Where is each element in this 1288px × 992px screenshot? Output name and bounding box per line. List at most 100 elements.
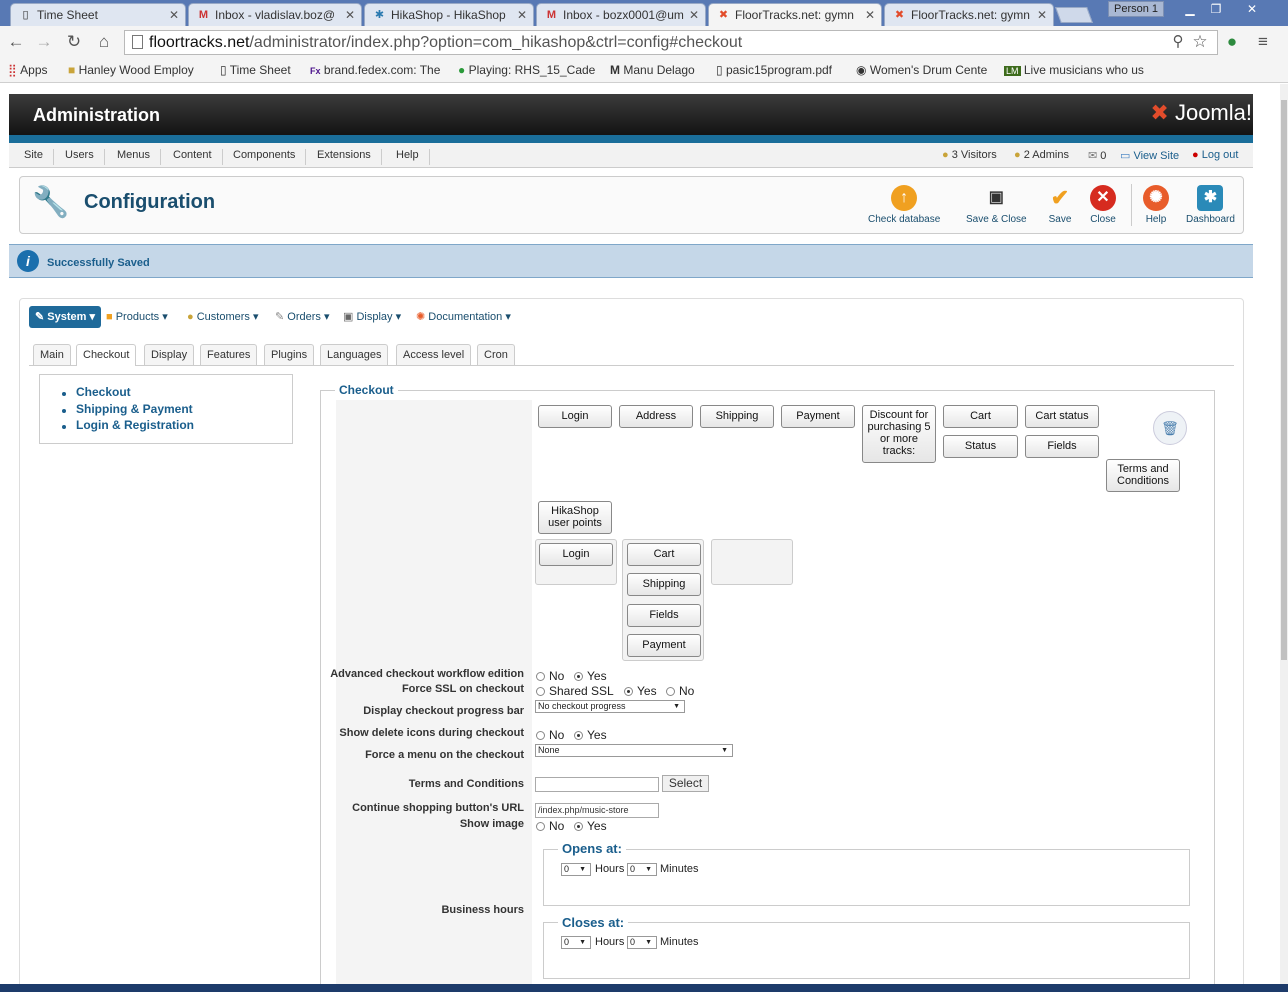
check-database-button[interactable]: ↑ Check database bbox=[868, 185, 940, 225]
scrollbar-thumb[interactable] bbox=[1281, 100, 1287, 660]
ssl-shared-radio[interactable]: Shared SSL bbox=[535, 684, 614, 698]
trash-icon[interactable]: 🗑 bbox=[1153, 411, 1187, 445]
terms-input[interactable] bbox=[535, 777, 659, 792]
close-button[interactable]: ✕ Close bbox=[1090, 185, 1116, 225]
reload-icon[interactable]: ↻ bbox=[63, 32, 85, 52]
bookmark-manu-delago[interactable]: M Manu Delago bbox=[610, 63, 695, 77]
step-shipping[interactable]: Shipping bbox=[627, 573, 701, 596]
close-icon[interactable]: ✕ bbox=[689, 8, 699, 22]
browser-tab-inbox-2[interactable]: M Inbox - bozx0001@um ✕ bbox=[536, 3, 706, 26]
module-cart-status[interactable]: Cart status bbox=[1025, 405, 1099, 428]
tab-cron[interactable]: Cron bbox=[477, 344, 515, 365]
delete-icons-no-radio[interactable]: No bbox=[535, 728, 564, 742]
delete-icons-yes-radio[interactable]: Yes bbox=[573, 728, 607, 742]
terms-select-button[interactable]: Select bbox=[662, 775, 709, 792]
tab-main[interactable]: Main bbox=[33, 344, 71, 365]
browser-tab-hikashop[interactable]: ✱ HikaShop - HikaShop ✕ bbox=[364, 3, 534, 26]
messages-status[interactable]: ✉ 0 bbox=[1088, 149, 1106, 162]
force-menu-select[interactable]: None bbox=[535, 744, 733, 757]
bookmark-hanley-wood[interactable]: ■ Hanley Wood Employ bbox=[68, 63, 208, 77]
module-shipping[interactable]: Shipping bbox=[700, 405, 774, 428]
save-close-button[interactable]: ▣ Save & Close bbox=[966, 185, 1027, 225]
browser-tab-floortracks-2[interactable]: ✖ FloorTracks.net: gymn ✕ bbox=[884, 3, 1054, 26]
module-status[interactable]: Status bbox=[943, 435, 1018, 458]
bookmark-pasic[interactable]: ▯ pasic15program.pdf bbox=[716, 63, 832, 77]
close-icon[interactable]: ✕ bbox=[1037, 8, 1047, 22]
close-icon[interactable]: ✕ bbox=[169, 8, 179, 22]
open-hours-select[interactable]: 0 bbox=[561, 863, 591, 876]
close-icon[interactable]: ✕ bbox=[865, 8, 875, 22]
home-icon[interactable]: ⌂ bbox=[93, 32, 115, 52]
menu-site[interactable]: Site bbox=[14, 149, 54, 165]
menu-icon[interactable]: ≡ bbox=[1252, 32, 1274, 52]
menu-help[interactable]: Help bbox=[386, 149, 430, 165]
module-discount[interactable]: Discount for purchasing 5 or more tracks… bbox=[862, 405, 936, 463]
tab-checkout[interactable]: Checkout bbox=[76, 344, 137, 366]
extension-globe-icon[interactable]: ● bbox=[1221, 32, 1243, 52]
bookmark-fedex[interactable]: Fx brand.fedex.com: The bbox=[310, 63, 448, 77]
tab-access-level[interactable]: Access level bbox=[396, 344, 472, 365]
logout-link[interactable]: ● Log out bbox=[1192, 149, 1238, 161]
module-user-points[interactable]: HikaShop user points bbox=[538, 501, 612, 534]
search-icon[interactable]: ⚲ bbox=[1167, 32, 1189, 52]
bookmark-playing[interactable]: ● Playing: RHS_15_Cade bbox=[458, 63, 600, 77]
step-fields[interactable]: Fields bbox=[627, 604, 701, 627]
maximize-icon[interactable]: ❐ bbox=[1204, 1, 1228, 17]
toc-login-registration[interactable]: Login & Registration bbox=[76, 418, 194, 432]
tab-display[interactable]: Display bbox=[144, 344, 195, 365]
toc-checkout[interactable]: Checkout bbox=[76, 385, 131, 399]
hika-menu-display[interactable]: ▣ Display ▾ bbox=[343, 310, 401, 323]
tab-plugins[interactable]: Plugins bbox=[264, 344, 315, 365]
menu-users[interactable]: Users bbox=[55, 149, 105, 165]
continue-url-input[interactable]: /index.php/music-store bbox=[535, 803, 659, 818]
browser-tab-inbox-1[interactable]: M Inbox - vladislav.boz@ ✕ bbox=[188, 3, 362, 26]
module-address[interactable]: Address bbox=[619, 405, 693, 428]
hika-menu-products[interactable]: ■ Products ▾ bbox=[106, 310, 168, 323]
toc-shipping-payment[interactable]: Shipping & Payment bbox=[76, 402, 193, 416]
browser-tab-time-sheet[interactable]: ▯ Time Sheet ✕ bbox=[10, 3, 186, 26]
show-image-no-radio[interactable]: No bbox=[535, 819, 564, 833]
profile-button[interactable]: Person 1 bbox=[1108, 1, 1164, 17]
new-tab-button[interactable] bbox=[1055, 7, 1093, 23]
page-scrollbar[interactable] bbox=[1280, 84, 1288, 986]
window-close-icon[interactable]: ✕ bbox=[1240, 1, 1264, 17]
bookmark-womens-drum[interactable]: ◉ Women's Drum Cente bbox=[856, 63, 994, 77]
module-terms[interactable]: Terms and Conditions bbox=[1106, 459, 1180, 492]
step-login[interactable]: Login bbox=[539, 543, 613, 566]
address-bar[interactable]: floortracks.net/administrator/index.php?… bbox=[124, 30, 1218, 55]
step-payment[interactable]: Payment bbox=[627, 634, 701, 657]
browser-tab-floortracks-active[interactable]: ✖ FloorTracks.net: gymn ✕ bbox=[708, 3, 882, 26]
module-cart[interactable]: Cart bbox=[943, 405, 1018, 428]
workflow-step-new[interactable] bbox=[711, 539, 793, 585]
back-icon[interactable]: ← bbox=[5, 32, 27, 52]
menu-extensions[interactable]: Extensions bbox=[307, 149, 382, 165]
menu-components[interactable]: Components bbox=[223, 149, 307, 165]
dashboard-button[interactable]: ✱ Dashboard bbox=[1186, 185, 1235, 225]
open-minutes-select[interactable]: 0 bbox=[627, 863, 657, 876]
progress-bar-select[interactable]: No checkout progress bbox=[535, 700, 685, 713]
module-login[interactable]: Login bbox=[538, 405, 612, 428]
hika-menu-system[interactable]: ✎ System ▾ bbox=[29, 306, 101, 328]
show-image-yes-radio[interactable]: Yes bbox=[573, 819, 607, 833]
menu-content[interactable]: Content bbox=[163, 149, 223, 165]
bookmark-star-icon[interactable]: ☆ bbox=[1189, 32, 1211, 52]
ssl-no-radio[interactable]: No bbox=[665, 684, 694, 698]
tab-languages[interactable]: Languages bbox=[320, 344, 389, 365]
ssl-yes-radio[interactable]: Yes bbox=[623, 684, 657, 698]
module-payment[interactable]: Payment bbox=[781, 405, 855, 428]
help-button[interactable]: ✺ Help bbox=[1143, 185, 1169, 225]
close-hours-select[interactable]: 0 bbox=[561, 936, 591, 949]
hika-menu-customers[interactable]: ● Customers ▾ bbox=[187, 310, 258, 323]
bookmark-apps[interactable]: ⣿ Apps bbox=[8, 63, 48, 77]
forward-icon[interactable]: → bbox=[33, 32, 55, 52]
save-button[interactable]: ✔ Save bbox=[1047, 185, 1073, 225]
advanced-no-radio[interactable]: No bbox=[535, 669, 564, 683]
advanced-yes-radio[interactable]: Yes bbox=[573, 669, 607, 683]
step-cart[interactable]: Cart bbox=[627, 543, 701, 566]
menu-menus[interactable]: Menus bbox=[107, 149, 162, 165]
hika-menu-documentation[interactable]: ✺ Documentation ▾ bbox=[416, 310, 511, 323]
close-icon[interactable]: ✕ bbox=[345, 8, 355, 22]
bookmark-live-musicians[interactable]: LM Live musicians who us bbox=[1004, 63, 1144, 77]
close-icon[interactable]: ✕ bbox=[517, 8, 527, 22]
module-fields[interactable]: Fields bbox=[1025, 435, 1099, 458]
